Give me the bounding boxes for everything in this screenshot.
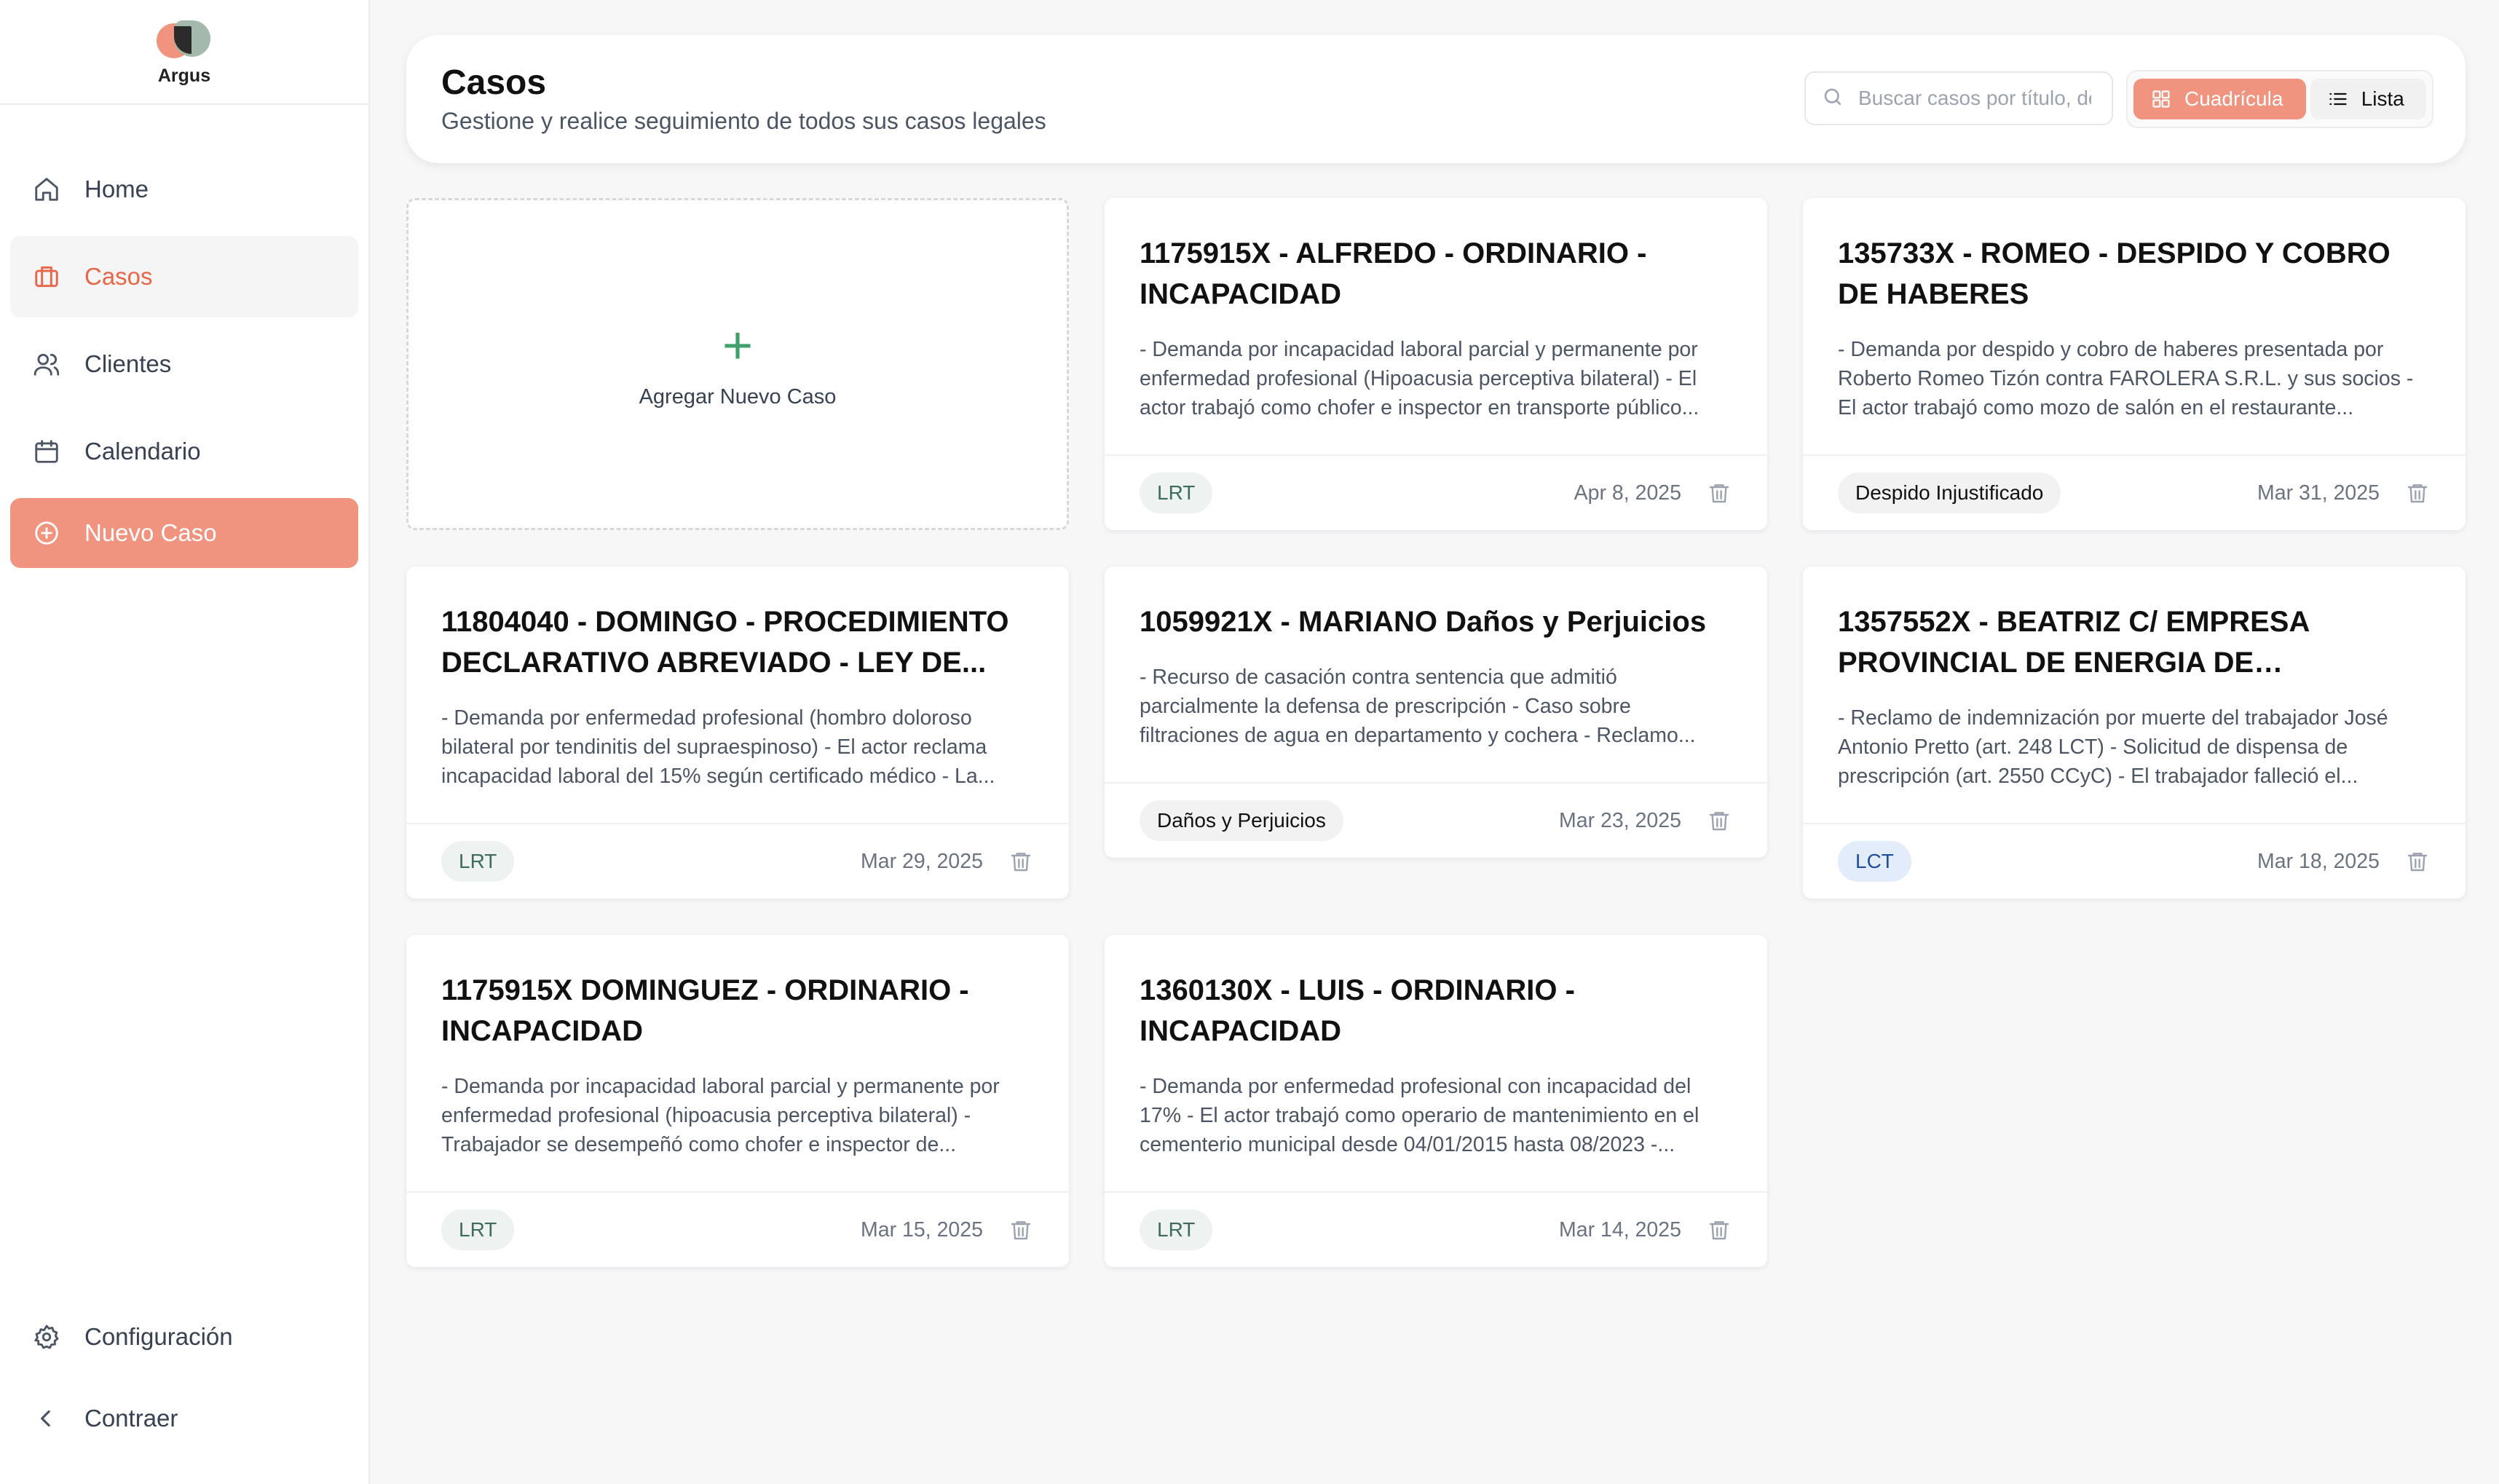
- page-subtitle: Gestione y realice seguimiento de todos …: [441, 108, 1046, 134]
- sidebar-item-calendario[interactable]: Calendario: [10, 411, 358, 492]
- case-date: Apr 8, 2025: [1574, 481, 1681, 505]
- sidebar-item-casos[interactable]: Casos: [10, 236, 358, 317]
- sidebar-item-label: Calendario: [84, 438, 201, 465]
- case-title: 135733X - ROMEO - DESPIDO Y COBRO DE HAB…: [1838, 237, 2391, 310]
- case-tag[interactable]: LRT: [441, 841, 515, 882]
- case-footer: LCT Mar 18, 2025: [1803, 823, 2466, 899]
- case-date: Mar 14, 2025: [1559, 1217, 1681, 1242]
- trash-icon[interactable]: [1706, 478, 1732, 508]
- trash-icon[interactable]: [2404, 847, 2431, 876]
- list-view-label: Lista: [2361, 87, 2404, 110]
- search-box[interactable]: [1804, 71, 2113, 125]
- sidebar-item-label: Casos: [84, 263, 153, 290]
- case-title: 1357552X - BEATRIZ C/ EMPRESA PROVINCIAL…: [1838, 606, 2309, 679]
- case-title: 1175915X - ALFREDO - ORDINARIO - INCAPAC…: [1140, 237, 1647, 310]
- brand[interactable]: Argus: [0, 0, 368, 105]
- case-date: Mar 29, 2025: [861, 849, 983, 873]
- home-icon: [32, 175, 61, 204]
- search-input[interactable]: [1858, 87, 2091, 110]
- sidebar: Argus Home Casos Clientes Calendario Nue…: [0, 0, 370, 1484]
- sidebar-item-configuracion[interactable]: Configuración: [10, 1301, 358, 1373]
- trash-icon[interactable]: [1008, 847, 1034, 876]
- plus-circle-icon: [32, 518, 61, 548]
- case-card[interactable]: 135733X - ROMEO - DESPIDO Y COBRO DE HAB…: [1803, 198, 2466, 530]
- add-case-label: Agregar Nuevo Caso: [639, 384, 837, 409]
- sidebar-item-label: Contraer: [84, 1405, 178, 1432]
- trash-icon[interactable]: [1706, 1215, 1732, 1244]
- trash-icon[interactable]: [1008, 1215, 1034, 1244]
- plus-icon: +: [722, 316, 754, 375]
- case-description: - Recurso de casación contra sentencia q…: [1140, 666, 1696, 747]
- case-tag[interactable]: LRT: [1140, 473, 1213, 513]
- list-view-button[interactable]: Lista: [2310, 79, 2426, 119]
- case-card[interactable]: 11804040 - DOMINGO - PROCEDIMIENTO DECLA…: [406, 567, 1069, 899]
- trash-icon[interactable]: [1706, 806, 1732, 835]
- sidebar-item-clientes[interactable]: Clientes: [10, 323, 358, 405]
- case-card[interactable]: 1175915X - ALFREDO - ORDINARIO - INCAPAC…: [1105, 198, 1767, 530]
- argus-logo: [157, 20, 212, 58]
- case-title: 11804040 - DOMINGO - PROCEDIMIENTO DECLA…: [441, 606, 1009, 679]
- sidebar-item-label: Clientes: [84, 350, 172, 377]
- case-description: - Demanda por despido y cobro de haberes…: [1838, 338, 2414, 419]
- grid-icon: [2151, 89, 2171, 109]
- page-title: Casos: [441, 63, 547, 102]
- sidebar-bottom: Configuración Contraer: [10, 1301, 358, 1464]
- case-date: Mar 31, 2025: [2257, 481, 2380, 505]
- case-tag[interactable]: LRT: [1140, 1209, 1213, 1250]
- case-footer: Daños y Perjuicios Mar 23, 2025: [1105, 782, 1767, 858]
- sidebar-item-home[interactable]: Home: [10, 149, 358, 230]
- calendar-icon: [32, 437, 61, 466]
- case-title: 1175915X DOMINGUEZ - ORDINARIO - INCAPAC…: [441, 974, 969, 1047]
- case-footer: LRT Mar 29, 2025: [406, 823, 1069, 899]
- case-card[interactable]: 1357552X - BEATRIZ C/ EMPRESA PROVINCIAL…: [1803, 567, 2466, 899]
- case-footer: LRT Apr 8, 2025: [1105, 454, 1767, 530]
- grid-view-button[interactable]: Cuadrícula: [2133, 79, 2306, 119]
- case-description: - Demanda por enfermedad profesional (ho…: [441, 706, 995, 788]
- case-description: - Reclamo de indemnización por muerte de…: [1838, 706, 2388, 788]
- case-tag[interactable]: LCT: [1838, 841, 1911, 882]
- case-date: Mar 23, 2025: [1559, 808, 1681, 832]
- case-footer: LRT Mar 14, 2025: [1105, 1191, 1767, 1267]
- gear-icon: [32, 1322, 61, 1351]
- main-nav: Home Casos Clientes Calendario Nuevo Cas…: [0, 149, 368, 568]
- case-tag[interactable]: Daños y Perjuicios: [1140, 800, 1343, 841]
- case-description: - Demanda por incapacidad laboral parcia…: [441, 1075, 1000, 1156]
- case-card[interactable]: 1059921X - MARIANO Daños y Perjuicios - …: [1105, 567, 1767, 858]
- grid-view-label: Cuadrícula: [2184, 87, 2283, 110]
- case-description: - Demanda por incapacidad laboral parcia…: [1140, 338, 1699, 419]
- add-case-card[interactable]: + Agregar Nuevo Caso: [406, 198, 1069, 530]
- case-card[interactable]: 1360130X - LUIS - ORDINARIO - INCAPACIDA…: [1105, 935, 1767, 1267]
- trash-icon[interactable]: [2404, 478, 2431, 508]
- case-date: Mar 15, 2025: [861, 1217, 983, 1242]
- sidebar-item-label: Configuración: [84, 1323, 233, 1350]
- view-toggle: Cuadrícula Lista: [2126, 70, 2433, 128]
- case-tag[interactable]: LRT: [441, 1209, 515, 1250]
- brand-name: Argus: [157, 65, 211, 86]
- case-description: - Demanda por enfermedad profesional con…: [1140, 1075, 1699, 1156]
- briefcase-icon: [32, 262, 61, 291]
- case-tag[interactable]: Despido Injustificado: [1838, 473, 2061, 513]
- case-footer: LRT Mar 15, 2025: [406, 1191, 1069, 1267]
- sidebar-item-label: Home: [84, 175, 149, 202]
- case-title: 1360130X - LUIS - ORDINARIO - INCAPACIDA…: [1140, 974, 1575, 1047]
- case-title: 1059921X - MARIANO Daños y Perjuicios: [1140, 606, 1707, 638]
- sidebar-item-contraer[interactable]: Contraer: [10, 1382, 358, 1455]
- search-icon: [1822, 86, 1844, 111]
- case-date: Mar 18, 2025: [2257, 849, 2380, 873]
- list-icon: [2328, 89, 2348, 109]
- chevron-left-icon: [32, 1404, 61, 1433]
- sidebar-item-label: Nuevo Caso: [84, 519, 217, 546]
- case-card[interactable]: 1175915X DOMINGUEZ - ORDINARIO - INCAPAC…: [406, 935, 1069, 1267]
- users-icon: [32, 350, 61, 379]
- page-header: Casos Gestione y realice seguimiento de …: [406, 35, 2466, 163]
- sidebar-item-nuevo-caso[interactable]: Nuevo Caso: [10, 498, 358, 568]
- case-footer: Despido Injustificado Mar 31, 2025: [1803, 454, 2466, 530]
